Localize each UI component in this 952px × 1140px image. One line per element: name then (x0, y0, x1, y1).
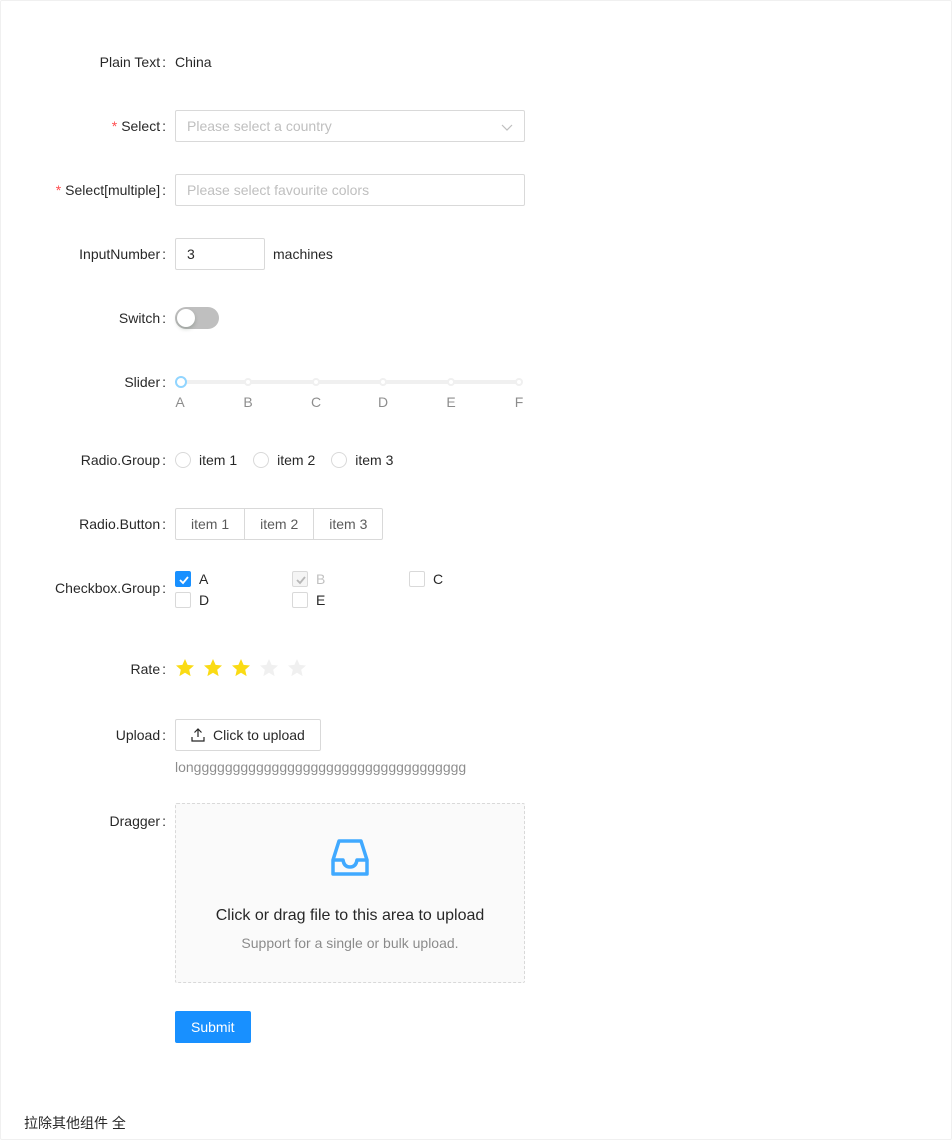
radio-button-item-1[interactable]: item 1 (175, 508, 246, 540)
rate (175, 658, 307, 678)
checkbox-option-b: B (292, 571, 409, 587)
slider-mark[interactable]: C (311, 394, 321, 410)
section-heading: 拉除其他组件 全 (24, 1115, 126, 1131)
slider-dot (244, 378, 252, 386)
checkbox-box (292, 592, 308, 608)
field-label: Upload: (115, 727, 166, 743)
chevron-down-icon (501, 124, 513, 131)
radio-option[interactable]: item 2 (253, 444, 315, 476)
star-icon[interactable] (231, 658, 251, 678)
switch-knob (177, 309, 195, 327)
upload-button-label: Click to upload (213, 727, 305, 743)
checkbox-label: E (316, 592, 326, 608)
checkbox-option-a[interactable]: A (175, 571, 292, 587)
form-row-select: * Select: Please select a country (0, 110, 952, 142)
field-label: Dragger: (109, 813, 166, 829)
field-label: * Select: (111, 118, 166, 134)
slider-dot (379, 378, 387, 386)
radio-label: item 2 (277, 452, 316, 468)
radio-circle (331, 452, 348, 468)
uploaded-file-name[interactable]: longgggggggggggggggggggggggggggggggggg (175, 759, 466, 775)
country-select[interactable]: Please select a country (175, 110, 525, 142)
field-label: Slider: (124, 374, 166, 390)
radio-label: item 3 (355, 452, 394, 468)
submit-button[interactable]: Submit (175, 1011, 251, 1043)
radio-button-item-3[interactable]: item 3 (313, 508, 384, 540)
machines-number-input[interactable]: 3 (175, 238, 265, 270)
checkbox-label: A (199, 571, 209, 587)
field-label: * Select[multiple]: (55, 182, 166, 198)
field-label: Radio.Button: (79, 516, 166, 532)
dragger-hint: Support for a single or bulk upload. (241, 935, 459, 951)
slider-dot (312, 378, 320, 386)
radio-label: item 1 (199, 452, 238, 468)
inbox-icon (176, 838, 524, 881)
checkbox-label: D (199, 592, 210, 608)
check-icon (179, 576, 189, 585)
slider-mark[interactable]: D (378, 394, 388, 410)
checkbox-option-c[interactable]: C (409, 571, 526, 587)
slider-rail (180, 380, 520, 384)
slider-dot (447, 378, 455, 386)
radio-option[interactable]: item 3 (331, 444, 393, 476)
select-placeholder: Please select favourite colors (187, 182, 370, 198)
radio-circle (175, 452, 191, 468)
colors-multi-select[interactable]: Please select favourite colors (175, 174, 525, 206)
form-row-slider: Slider: A B C D E F (0, 366, 952, 410)
field-label: Radio.Group: (80, 452, 166, 468)
checkbox-box (175, 571, 191, 587)
click-to-upload-button[interactable]: Click to upload (175, 719, 321, 751)
radio-option[interactable]: item 1 (175, 444, 237, 476)
radio-group: item 1 item 2 item 3 (175, 444, 409, 476)
checkbox-option-e[interactable]: E (292, 592, 409, 608)
star-icon[interactable] (203, 658, 223, 678)
slider-mark[interactable]: B (243, 394, 252, 410)
field-label: Rate: (130, 661, 166, 677)
check-icon (296, 576, 306, 585)
star-icon[interactable] (287, 658, 307, 678)
checkbox-group: A B C D E (175, 571, 526, 608)
upload-dragger-area[interactable]: Click or drag file to this area to uploa… (175, 803, 525, 983)
star-icon[interactable] (259, 658, 279, 678)
field-label: Switch: (118, 310, 166, 326)
radio-button-group: item 1 item 2 item 3 (175, 508, 384, 540)
radio-button-item-2[interactable]: item 2 (244, 508, 315, 540)
slider-mark[interactable]: F (515, 394, 524, 410)
number-suffix: machines (273, 246, 333, 262)
upload-icon (191, 728, 205, 742)
slider[interactable]: A B C D E F (175, 370, 525, 410)
slider-handle[interactable] (175, 376, 187, 388)
checkbox-option-d[interactable]: D (175, 592, 292, 608)
select-placeholder: Please select a country (187, 118, 332, 134)
slider-mark[interactable]: E (446, 394, 455, 410)
dragger-title: Click or drag file to this area to uploa… (215, 907, 485, 924)
field-label: Plain Text: (99, 54, 166, 70)
checkbox-label: B (316, 571, 326, 587)
form-row-select-multiple: * Select[multiple]: Please select favouri… (0, 174, 952, 206)
checkbox-box (409, 571, 425, 587)
slider-mark[interactable]: A (175, 394, 184, 410)
star-icon[interactable] (175, 658, 195, 678)
checkbox-box (292, 571, 308, 587)
radio-circle (253, 452, 270, 468)
field-label: Checkbox.Group: (55, 580, 166, 596)
checkbox-box (175, 592, 191, 608)
plain-text-value: China (175, 54, 212, 70)
slider-dot (515, 378, 523, 386)
toggle-switch[interactable] (175, 307, 219, 329)
field-label: InputNumber: (79, 246, 166, 262)
checkbox-label: C (433, 571, 444, 587)
